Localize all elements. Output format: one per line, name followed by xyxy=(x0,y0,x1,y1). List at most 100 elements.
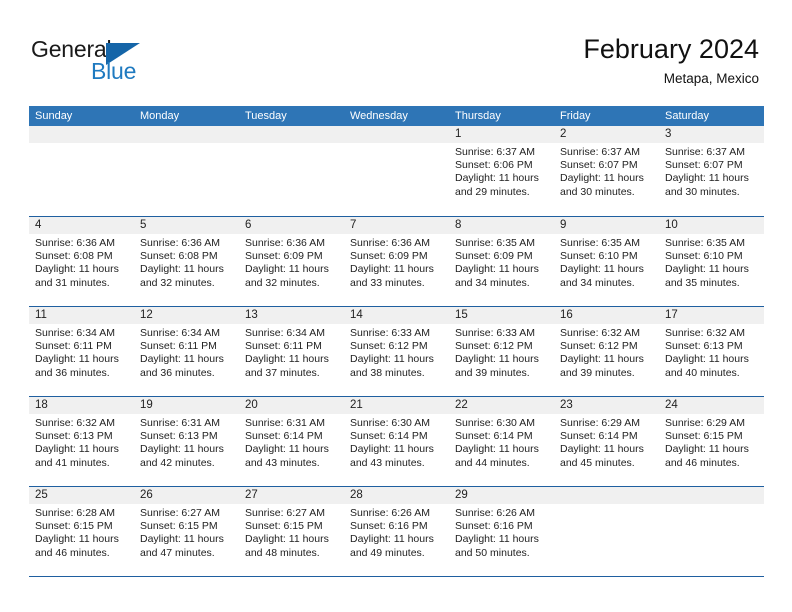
sunset-text: Sunset: 6:14 PM xyxy=(350,430,428,443)
calendar-day-cell[interactable]: 18 Sunrise: 6:32 AM Sunset: 6:13 PM Dayligh… xyxy=(29,397,134,487)
calendar-day-cell[interactable]: 20 Sunrise: 6:31 AM Sunset: 6:14 PM Dayligh… xyxy=(239,397,344,487)
calendar-day-cell[interactable]: 25 Sunrise: 6:28 AM Sunset: 6:15 PM Dayligh… xyxy=(29,487,134,577)
sunset-text: Sunset: 6:15 PM xyxy=(665,430,743,443)
calendar-day-cell[interactable]: 23 Sunrise: 6:29 AM Sunset: 6:14 PM Dayligh… xyxy=(554,397,659,487)
sunrise-text: Sunrise: 6:36 AM xyxy=(140,237,220,249)
calendar-day-cell[interactable]: 1 Sunrise: 6:37 AM Sunset: 6:06 PM Daylight… xyxy=(449,126,554,216)
daylight-text: Daylight: 11 hours xyxy=(245,443,329,456)
daylight-text-cont: and 33 minutes. xyxy=(350,276,425,289)
daylight-text: Daylight: 11 hours xyxy=(560,443,644,456)
calendar-day-cell[interactable]: 8 Sunrise: 6:35 AM Sunset: 6:09 PM Daylight… xyxy=(449,217,554,307)
calendar-day-cell-empty xyxy=(239,126,344,216)
calendar-day-cell[interactable]: 22 Sunrise: 6:30 AM Sunset: 6:14 PM Dayligh… xyxy=(449,397,554,487)
day-number: 6 xyxy=(245,219,252,231)
daylight-text-cont: and 36 minutes. xyxy=(35,366,110,379)
daylight-text-cont: and 34 minutes. xyxy=(455,276,530,289)
weekday-header-monday: Monday xyxy=(140,110,180,122)
daylight-text-cont: and 40 minutes. xyxy=(665,366,740,379)
day-number: 16 xyxy=(560,309,573,321)
week-cells: 25 Sunrise: 6:28 AM Sunset: 6:15 PM Dayligh… xyxy=(29,487,764,577)
calendar-day-cell[interactable]: 26 Sunrise: 6:27 AM Sunset: 6:15 PM Dayligh… xyxy=(134,487,239,577)
day-details: Sunrise: 6:33 AM Sunset: 6:12 PM Daylight:… xyxy=(350,327,443,380)
calendar-day-cell[interactable]: 11 Sunrise: 6:34 AM Sunset: 6:11 PM Dayligh… xyxy=(29,307,134,397)
daylight-text-cont: and 34 minutes. xyxy=(560,276,635,289)
sunrise-text: Sunrise: 6:32 AM xyxy=(665,327,745,339)
day-number: 25 xyxy=(35,489,48,501)
general-blue-logo[interactable]: General Blue xyxy=(31,36,211,86)
sunset-text: Sunset: 6:15 PM xyxy=(140,520,218,533)
sunrise-text: Sunrise: 6:30 AM xyxy=(350,417,430,429)
day-details: Sunrise: 6:37 AM Sunset: 6:07 PM Daylight:… xyxy=(665,146,758,199)
daylight-text: Daylight: 11 hours xyxy=(245,263,329,276)
day-details: Sunrise: 6:36 AM Sunset: 6:09 PM Daylight:… xyxy=(350,237,443,290)
day-number: 14 xyxy=(350,309,363,321)
day-details: Sunrise: 6:36 AM Sunset: 6:08 PM Daylight:… xyxy=(140,237,233,290)
calendar-day-cell[interactable]: 24 Sunrise: 6:29 AM Sunset: 6:15 PM Dayligh… xyxy=(659,397,764,487)
sunrise-text: Sunrise: 6:35 AM xyxy=(665,237,745,249)
calendar-day-cell[interactable]: 10 Sunrise: 6:35 AM Sunset: 6:10 PM Dayligh… xyxy=(659,217,764,307)
calendar-day-cell[interactable]: 12 Sunrise: 6:34 AM Sunset: 6:11 PM Dayligh… xyxy=(134,307,239,397)
calendar-day-cell[interactable]: 14 Sunrise: 6:33 AM Sunset: 6:12 PM Dayligh… xyxy=(344,307,449,397)
calendar-grid: Sunday Monday Tuesday Wednesday Thursday Frid… xyxy=(29,106,764,577)
day-number: 2 xyxy=(560,128,567,140)
calendar-day-cell[interactable]: 28 Sunrise: 6:26 AM Sunset: 6:16 PM Dayligh… xyxy=(344,487,449,577)
daylight-text-cont: and 30 minutes. xyxy=(560,185,635,198)
sunrise-text: Sunrise: 6:37 AM xyxy=(665,146,745,158)
day-number: 21 xyxy=(350,399,363,411)
sunset-text: Sunset: 6:11 PM xyxy=(140,340,217,353)
calendar-day-cell[interactable]: 27 Sunrise: 6:27 AM Sunset: 6:15 PM Dayligh… xyxy=(239,487,344,577)
calendar-day-cell[interactable]: 4 Sunrise: 6:36 AM Sunset: 6:08 PM Daylight… xyxy=(29,217,134,307)
daylight-text-cont: and 46 minutes. xyxy=(665,456,740,469)
day-details: Sunrise: 6:27 AM Sunset: 6:15 PM Daylight:… xyxy=(140,507,233,560)
calendar-day-cell[interactable]: 3 Sunrise: 6:37 AM Sunset: 6:07 PM Daylight… xyxy=(659,126,764,216)
daylight-text: Daylight: 11 hours xyxy=(455,533,539,546)
day-number: 10 xyxy=(665,219,678,231)
calendar-day-cell[interactable]: 6 Sunrise: 6:36 AM Sunset: 6:09 PM Daylight… xyxy=(239,217,344,307)
calendar-day-cell-empty xyxy=(554,487,659,577)
calendar-day-cell[interactable]: 13 Sunrise: 6:34 AM Sunset: 6:11 PM Dayligh… xyxy=(239,307,344,397)
calendar-day-cell[interactable]: 17 Sunrise: 6:32 AM Sunset: 6:13 PM Dayligh… xyxy=(659,307,764,397)
weekday-header-sunday: Sunday xyxy=(35,110,73,122)
calendar-day-cell[interactable]: 2 Sunrise: 6:37 AM Sunset: 6:07 PM Daylight… xyxy=(554,126,659,216)
day-number: 24 xyxy=(665,399,678,411)
sunset-text: Sunset: 6:06 PM xyxy=(455,159,533,172)
calendar-day-cell[interactable]: 29 Sunrise: 6:26 AM Sunset: 6:16 PM Dayligh… xyxy=(449,487,554,577)
day-details: Sunrise: 6:37 AM Sunset: 6:07 PM Daylight:… xyxy=(560,146,653,199)
day-number: 12 xyxy=(140,309,153,321)
weekday-header-saturday: Saturday xyxy=(665,110,710,122)
day-number: 5 xyxy=(140,219,147,231)
calendar-day-cell[interactable]: 16 Sunrise: 6:32 AM Sunset: 6:12 PM Dayligh… xyxy=(554,307,659,397)
sunset-text: Sunset: 6:12 PM xyxy=(560,340,638,353)
sunset-text: Sunset: 6:12 PM xyxy=(455,340,533,353)
calendar-day-cell[interactable]: 15 Sunrise: 6:33 AM Sunset: 6:12 PM Dayligh… xyxy=(449,307,554,397)
sunset-text: Sunset: 6:14 PM xyxy=(455,430,533,443)
page-title: February 2024 xyxy=(583,34,759,64)
daylight-text: Daylight: 11 hours xyxy=(350,263,434,276)
daylight-text-cont: and 32 minutes. xyxy=(140,276,215,289)
sunrise-text: Sunrise: 6:34 AM xyxy=(35,327,115,339)
calendar-day-cell[interactable]: 19 Sunrise: 6:31 AM Sunset: 6:13 PM Dayligh… xyxy=(134,397,239,487)
day-details: Sunrise: 6:34 AM Sunset: 6:11 PM Daylight:… xyxy=(140,327,233,380)
daylight-text: Daylight: 11 hours xyxy=(140,353,224,366)
day-details: Sunrise: 6:35 AM Sunset: 6:09 PM Daylight:… xyxy=(455,237,548,290)
sunset-text: Sunset: 6:07 PM xyxy=(665,159,743,172)
day-number: 8 xyxy=(455,219,462,231)
weekday-header-tuesday: Tuesday xyxy=(245,110,287,122)
day-number: 18 xyxy=(35,399,48,411)
daylight-text-cont: and 32 minutes. xyxy=(245,276,320,289)
sunset-text: Sunset: 6:11 PM xyxy=(35,340,112,353)
daylight-text: Daylight: 11 hours xyxy=(665,443,749,456)
daylight-text: Daylight: 11 hours xyxy=(140,443,224,456)
calendar-day-cell[interactable]: 7 Sunrise: 6:36 AM Sunset: 6:09 PM Daylight… xyxy=(344,217,449,307)
day-number: 19 xyxy=(140,399,153,411)
calendar-day-cell[interactable]: 21 Sunrise: 6:30 AM Sunset: 6:14 PM Dayligh… xyxy=(344,397,449,487)
day-number: 20 xyxy=(245,399,258,411)
sunset-text: Sunset: 6:08 PM xyxy=(35,250,113,263)
calendar-day-cell[interactable]: 9 Sunrise: 6:35 AM Sunset: 6:10 PM Daylight… xyxy=(554,217,659,307)
calendar-day-cell[interactable]: 5 Sunrise: 6:36 AM Sunset: 6:08 PM Daylight… xyxy=(134,217,239,307)
sunset-text: Sunset: 6:15 PM xyxy=(245,520,323,533)
daylight-text: Daylight: 11 hours xyxy=(35,443,119,456)
daylight-text: Daylight: 11 hours xyxy=(665,172,749,185)
sunset-text: Sunset: 6:16 PM xyxy=(455,520,533,533)
daylight-text-cont: and 50 minutes. xyxy=(455,546,530,559)
